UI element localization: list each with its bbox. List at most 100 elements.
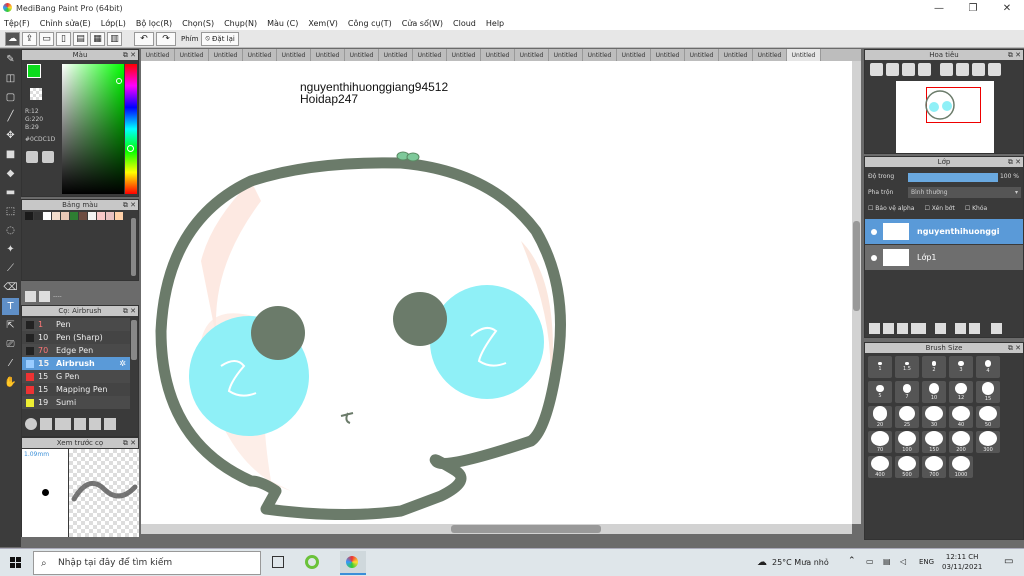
brush-size-option[interactable]: 5 [868, 381, 892, 403]
color-swatch[interactable] [97, 212, 105, 220]
panel-options-icon[interactable]: ⧉ ✕ [123, 306, 136, 316]
chevron-up-icon[interactable]: ⌃ [848, 556, 856, 566]
eyedropper-tool-icon[interactable]: ⁄ [2, 355, 19, 372]
brush-size-option[interactable]: 1 [868, 356, 892, 378]
brush-size-option[interactable]: 1000 [949, 456, 973, 478]
brush-size-option[interactable]: 20 [868, 406, 892, 428]
select-pen-tool-icon[interactable]: ⟋ [2, 260, 19, 277]
color-swatch[interactable] [61, 212, 69, 220]
menu-snap[interactable]: Chụp(N) [224, 19, 257, 28]
brush-size-option[interactable]: 300 [976, 431, 1000, 453]
rotate-left-icon[interactable] [940, 63, 953, 76]
redo-icon[interactable]: ↷ [156, 31, 176, 46]
brush-size-option[interactable]: 50 [976, 406, 1000, 428]
tab-untitled[interactable]: Untitled [481, 49, 515, 61]
brush-tool-icon[interactable]: ✎ [2, 51, 19, 68]
panel-options-icon[interactable]: ⧉ ✕ [123, 438, 136, 448]
visibility-icon[interactable] [871, 228, 877, 235]
grid-icon[interactable]: ▦ [90, 31, 105, 46]
panel-options-icon[interactable]: ⧉ ✕ [1008, 50, 1021, 60]
magic-wand-tool-icon[interactable]: ✦ [2, 241, 19, 258]
swatch-scrollbar[interactable] [131, 218, 136, 276]
clock[interactable]: 12:11 CH 03/11/2021 [942, 552, 982, 572]
notification-icon[interactable]: ▭ [1004, 556, 1013, 567]
tab-untitled[interactable]: Untitled [141, 49, 175, 61]
fill-rect-tool-icon[interactable]: ■ [2, 146, 19, 163]
color-swatch[interactable] [106, 212, 114, 220]
menu-view[interactable]: Xem(V) [308, 19, 338, 28]
bucket-tool-icon[interactable]: ◆ [2, 165, 19, 182]
document-icon[interactable]: ▤ [73, 31, 88, 46]
delete-layer-icon[interactable] [991, 323, 1002, 334]
page-icon[interactable]: ▯ [56, 31, 71, 46]
tab-untitled[interactable]: Untitled [515, 49, 549, 61]
eraser-tool-icon[interactable]: ◫ [2, 70, 19, 87]
menu-filter[interactable]: Bộ lọc(R) [136, 19, 172, 28]
lock-checkbox[interactable]: ☐ Khóa [965, 205, 987, 212]
brush-size-option[interactable]: 7 [895, 381, 919, 403]
brush-list-item[interactable]: 15 Mapping Pen [22, 383, 130, 396]
menu-select[interactable]: Chọn(S) [182, 19, 214, 28]
brush-list-item[interactable]: 70 Edge Pen [22, 344, 130, 357]
weather-icon[interactable]: ☁ [757, 557, 767, 568]
battery-icon[interactable]: ▭ [866, 557, 874, 566]
color-swatch[interactable] [25, 212, 33, 220]
color-swatch[interactable] [70, 212, 78, 220]
panel-options-icon[interactable]: ⧉ ✕ [1008, 343, 1021, 353]
menu-file[interactable]: Tệp(F) [4, 19, 30, 28]
brush-list-item[interactable]: 15 G Pen [22, 370, 130, 383]
network-icon[interactable]: ▤ [883, 557, 891, 566]
visibility-icon[interactable] [871, 254, 877, 261]
operation-tool-icon[interactable]: ⇱ [2, 317, 19, 334]
comment-icon[interactable]: ▭ [39, 31, 54, 46]
zoom-actual-icon[interactable] [918, 63, 931, 76]
color-swatch[interactable] [34, 212, 42, 220]
rotate-right-icon[interactable] [972, 63, 985, 76]
brush-duplicate-icon[interactable] [104, 418, 116, 430]
brush-size-option[interactable]: 12 [949, 381, 973, 403]
tab-untitled[interactable]: Untitled [209, 49, 243, 61]
layer-folder-icon[interactable] [935, 323, 946, 334]
blend-mode-select[interactable]: Bình thường ▾ [908, 187, 1021, 198]
background-color-swatch[interactable] [30, 88, 42, 100]
gradient-tool-icon[interactable]: ▬ [2, 184, 19, 201]
new-8bit-layer-icon[interactable] [897, 323, 908, 334]
brush-size-option[interactable]: 100 [895, 431, 919, 453]
palette-add-icon[interactable] [42, 151, 54, 163]
layout-icon[interactable]: ▥ [107, 31, 122, 46]
brush-settings-icon[interactable] [25, 418, 37, 430]
rect-tool-icon[interactable]: ▢ [2, 89, 19, 106]
opacity-slider[interactable] [908, 173, 998, 182]
color-swatch[interactable] [52, 212, 60, 220]
menu-window[interactable]: Cửa sổ(W) [402, 19, 443, 28]
clip-checkbox[interactable]: ☐ Xén bớt [924, 205, 954, 212]
brush-size-option[interactable]: 30 [922, 406, 946, 428]
maximize-button[interactable]: ❐ [956, 0, 990, 16]
layer-row[interactable]: nguyenthihuonggi [865, 219, 1023, 244]
merge-layer-icon[interactable] [969, 323, 980, 334]
tab-untitled[interactable]: Untitled [549, 49, 583, 61]
folder-icon[interactable] [89, 418, 101, 430]
color-swatch[interactable] [43, 212, 51, 220]
volume-icon[interactable]: ◁ [900, 557, 906, 566]
fit-icon[interactable] [902, 63, 915, 76]
menu-cloud[interactable]: Cloud [453, 19, 476, 28]
brush-size-option[interactable]: 25 [895, 406, 919, 428]
brush-list-item[interactable]: 15 Airbrush ✲ [22, 357, 130, 370]
tab-untitled[interactable]: Untitled [175, 49, 209, 61]
menu-tools[interactable]: Công cụ(T) [348, 19, 392, 28]
panel-options-icon[interactable]: ⧉ ✕ [123, 50, 136, 60]
horizontal-scroll-thumb[interactable] [451, 525, 601, 533]
brush-add-icon[interactable] [55, 418, 71, 430]
tab-untitled[interactable]: Untitled [311, 49, 345, 61]
brush-size-option[interactable]: 4 [976, 356, 1000, 378]
tab-untitled[interactable]: Untitled [651, 49, 685, 61]
brush-size-option[interactable]: 40 [949, 406, 973, 428]
vertical-scrollbar[interactable] [852, 61, 861, 524]
weather-text[interactable]: 25°C Mưa nhỏ [772, 558, 829, 567]
brush-size-option[interactable]: 15 [976, 381, 1000, 403]
vertical-scroll-thumb[interactable] [853, 221, 860, 311]
brush-size-option[interactable]: 2 [922, 356, 946, 378]
tab-untitled[interactable]: Untitled [379, 49, 413, 61]
hue-cursor[interactable] [127, 145, 134, 152]
